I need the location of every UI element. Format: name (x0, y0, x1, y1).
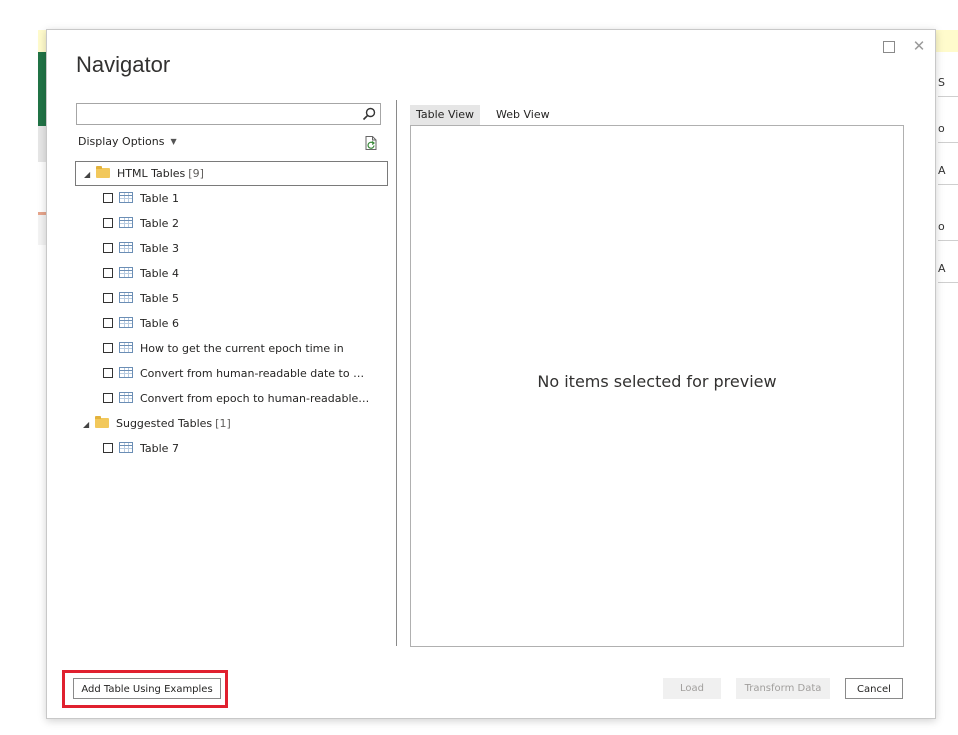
folder-icon (95, 416, 109, 428)
chevron-down-icon: ▼ (170, 137, 177, 146)
tree-item[interactable]: Table 3 (75, 236, 381, 261)
maximize-button[interactable] (879, 36, 899, 56)
folder-icon (96, 166, 110, 178)
table-icon (119, 392, 133, 403)
table-icon (119, 367, 133, 378)
table-checkbox[interactable] (103, 243, 113, 253)
load-button[interactable]: Load (663, 678, 721, 699)
pane-splitter[interactable] (396, 100, 397, 646)
table-checkbox[interactable] (103, 343, 113, 353)
tree-item[interactable]: Table 6 (75, 311, 381, 336)
tree-item-label: Table 4 (140, 267, 179, 280)
folder-count: [9] (188, 167, 204, 180)
table-icon (119, 317, 133, 328)
folder-count: [1] (215, 417, 231, 430)
cancel-button[interactable]: Cancel (845, 678, 903, 699)
tree-folder-html-tables[interactable]: ◢ HTML Tables [9] (75, 161, 388, 186)
tree-item[interactable]: How to get the current epoch time in (75, 336, 381, 361)
tree-item[interactable]: Table 2 (75, 211, 381, 236)
tree-item-label: Table 1 (140, 192, 179, 205)
preview-empty-message: No items selected for preview (537, 372, 777, 391)
display-options-label: Display Options (78, 135, 165, 148)
background-gray-strip-2 (38, 215, 46, 245)
folder-label: HTML Tables (117, 167, 186, 180)
maximize-icon (883, 41, 895, 53)
tree-item[interactable]: Table 7 (75, 436, 381, 461)
tree-item[interactable]: Table 1 (75, 186, 381, 211)
background-fragment: o (938, 214, 958, 241)
background-fragment: o (938, 116, 958, 143)
navigator-dialog: Navigator ✕ Display Options ▼ ◢ HTML Table… (46, 29, 936, 719)
tree-item-label: Table 7 (140, 442, 179, 455)
tree-item-label: Table 2 (140, 217, 179, 230)
tree-item[interactable]: Table 5 (75, 286, 381, 311)
tree-item-label: Table 6 (140, 317, 179, 330)
background-gray-strip (38, 126, 46, 162)
dialog-title: Navigator (76, 52, 171, 77)
table-checkbox[interactable] (103, 268, 113, 278)
background-green-strip (38, 52, 46, 126)
search-icon[interactable] (362, 107, 376, 121)
tree-item-label: Convert from human-readable date to ep..… (140, 367, 370, 380)
background-right-pane: S o A o A (934, 52, 958, 292)
table-checkbox[interactable] (103, 368, 113, 378)
table-checkbox[interactable] (103, 393, 113, 403)
add-table-using-examples-button[interactable]: Add Table Using Examples (73, 678, 221, 699)
table-checkbox[interactable] (103, 193, 113, 203)
table-icon (119, 292, 133, 303)
tree-item-label: How to get the current epoch time in (140, 342, 344, 355)
expand-triangle-icon[interactable]: ◢ (84, 163, 96, 186)
table-checkbox[interactable] (103, 218, 113, 228)
table-icon (119, 267, 133, 278)
close-button[interactable]: ✕ (909, 36, 929, 56)
search-input[interactable] (77, 104, 360, 124)
expand-triangle-icon[interactable]: ◢ (83, 412, 95, 437)
tree-item-label: Convert from epoch to human-readable d..… (140, 392, 370, 405)
table-checkbox[interactable] (103, 318, 113, 328)
tab-web-view[interactable]: Web View (490, 105, 556, 125)
tab-table-view[interactable]: Table View (410, 105, 481, 125)
tree-item[interactable]: Table 4 (75, 261, 381, 286)
table-icon (119, 342, 133, 353)
table-icon (119, 442, 133, 453)
close-icon: ✕ (912, 37, 926, 55)
tree-item[interactable]: Convert from epoch to human-readable d..… (75, 386, 381, 411)
table-checkbox[interactable] (103, 293, 113, 303)
background-fragment: S (938, 70, 958, 97)
table-icon (119, 192, 133, 203)
background-fragment: A (938, 158, 958, 185)
table-icon (119, 242, 133, 253)
tree-item-label: Table 3 (140, 242, 179, 255)
transform-data-button[interactable]: Transform Data (736, 678, 830, 699)
tree-item[interactable]: Convert from human-readable date to ep..… (75, 361, 381, 386)
background-fragment: A (938, 256, 958, 283)
refresh-icon[interactable] (363, 135, 379, 151)
tree-item-label: Table 5 (140, 292, 179, 305)
table-checkbox[interactable] (103, 443, 113, 453)
navigator-tree: ◢ HTML Tables [9] Table 1 Table 2 Table 3 … (75, 161, 388, 461)
preview-pane: No items selected for preview (410, 125, 904, 647)
display-options-dropdown[interactable]: Display Options ▼ (78, 135, 177, 148)
table-icon (119, 217, 133, 228)
search-box (76, 103, 381, 125)
folder-label: Suggested Tables (116, 417, 213, 430)
tree-folder-suggested-tables[interactable]: ◢ Suggested Tables [1] (75, 411, 381, 436)
